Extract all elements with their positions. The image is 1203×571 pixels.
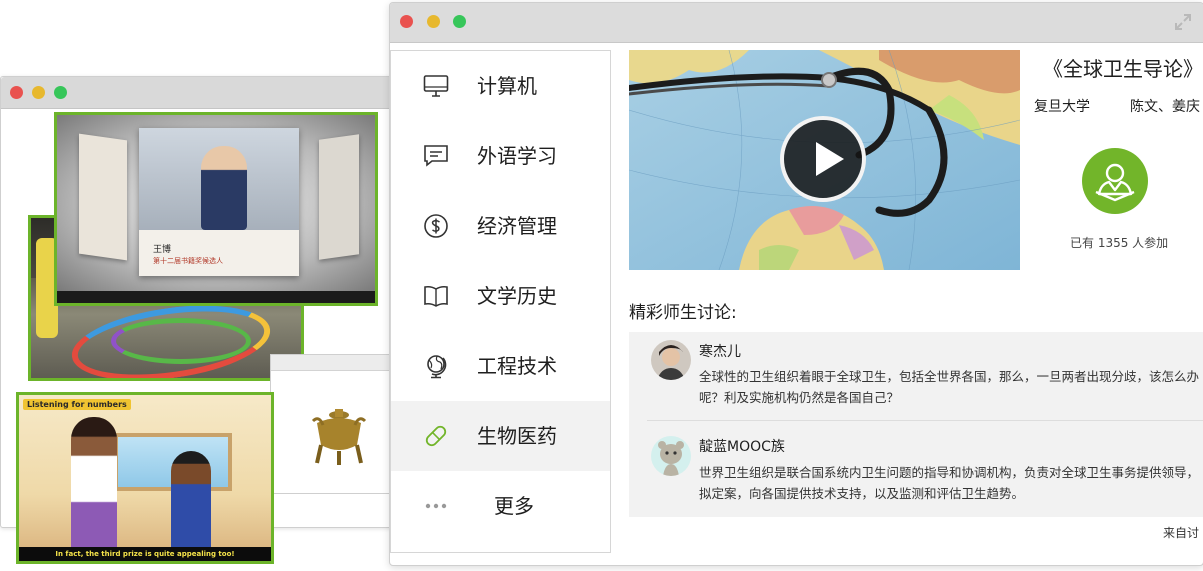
sidebar-item-label: 更多 — [494, 494, 534, 518]
close-button[interactable] — [10, 86, 23, 99]
student-icon — [1095, 163, 1135, 202]
bronze-vessel-icon — [311, 409, 367, 465]
open-book-icon — [424, 285, 448, 307]
post-body: 全球性的卫生组织着眼于全球卫生，包括全世界各国，那么，一旦两者出现分歧，该怎么办… — [699, 369, 1200, 405]
floor-swirl-inner — [111, 318, 251, 364]
video-stage: 王博 第十二届书籍奖候选人 — [57, 115, 375, 291]
minimize-button[interactable] — [32, 86, 45, 99]
sidebar-item-economics[interactable]: 经济管理 — [391, 191, 610, 261]
sidebar-item-languages[interactable]: 外语学习 — [391, 121, 610, 191]
cartoon-boy — [171, 451, 211, 553]
play-button[interactable] — [780, 116, 866, 202]
video-card-left — [79, 133, 127, 261]
main-window-titlebar — [390, 3, 1203, 43]
ellipsis-icon — [425, 503, 447, 509]
user-avatar-icon — [651, 340, 691, 380]
course-title: 《全球卫生导论》 — [1043, 57, 1203, 81]
post-body: 世界卫生组织是联合国系统内卫生问题的指导和协调机构，负责对全球卫生事务提供领导，… — [699, 465, 1200, 501]
sidebar-item-label: 经济管理 — [477, 214, 557, 238]
source-note: 来自讨 — [1163, 526, 1200, 540]
thumbnail-english-cartoon[interactable]: Listening for numbers In fact, the third… — [16, 392, 274, 564]
join-course-button[interactable] — [1082, 148, 1148, 214]
minimize-button[interactable] — [427, 15, 440, 28]
post-author[interactable]: 寒杰儿 — [699, 341, 741, 361]
cartoon-teacher — [71, 417, 117, 553]
post-divider — [647, 420, 1203, 421]
sidebar-item-computer[interactable]: 计算机 — [391, 51, 610, 121]
dollar-coin-icon — [424, 214, 448, 238]
monitor-icon — [423, 75, 449, 97]
discussion-list: 寒杰儿 全球性的卫生组织着眼于全球卫生，包括全世界各国，那么，一旦两者出现分歧，… — [629, 332, 1203, 517]
back-window-titlebar — [1, 77, 401, 109]
mascot-avatar-icon — [651, 436, 691, 476]
sidebar-item-more[interactable]: 更多 — [391, 471, 610, 541]
sidebar-item-label: 工程技术 — [477, 354, 557, 378]
course-school: 复旦大学 — [1034, 99, 1090, 115]
sidebar-item-literature-history[interactable]: 文学历史 — [391, 261, 610, 331]
sidebar-item-engineering[interactable]: 工程技术 — [391, 331, 610, 401]
thumbnail-bronze-vessel[interactable] — [270, 354, 392, 494]
sidebar-item-label: 文学历史 — [477, 284, 557, 308]
course-teachers: 陈文、姜庆 — [1130, 99, 1200, 115]
speech-bubble-icon — [424, 145, 448, 167]
presenter-photo — [139, 128, 299, 230]
video-card-main: 王博 第十二届书籍奖候选人 — [139, 128, 299, 276]
post-author[interactable]: 靛蓝MOOC族 — [699, 436, 785, 456]
thumbnail-video-lecture[interactable]: 王博 第十二届书籍奖候选人 — [54, 112, 378, 306]
viewer-toolbar — [271, 355, 391, 371]
pill-icon — [425, 425, 447, 447]
course-video-player[interactable] — [629, 50, 1020, 270]
zoom-button[interactable] — [453, 15, 466, 28]
close-button[interactable] — [400, 15, 413, 28]
presenter-figure — [201, 146, 247, 230]
sidebar-item-label: 生物医药 — [477, 424, 557, 448]
discussion-heading: 精彩师生讨论: — [629, 303, 737, 323]
avatar[interactable] — [651, 340, 691, 380]
cartoon-lesson-tag: Listening for numbers — [23, 399, 131, 410]
fullscreen-icon[interactable] — [1175, 14, 1191, 30]
main-window: 计算机 外语学习 经济管理 文学历史 工程技术 生物医药 更多 《全球卫生导论》… — [389, 2, 1203, 566]
presenter-name: 王博 — [153, 245, 172, 255]
globe-icon — [427, 355, 447, 379]
avatar[interactable] — [651, 436, 691, 476]
cartoon-caption: In fact, the third prize is quite appeal… — [19, 547, 271, 561]
sidebar-item-biomedicine[interactable]: 生物医药 — [391, 401, 610, 471]
enrollment-count: 已有 1355 人参加 — [1070, 236, 1169, 250]
category-sidebar: 计算机 外语学习 经济管理 文学历史 工程技术 生物医药 更多 — [390, 50, 611, 553]
zoom-button[interactable] — [54, 86, 67, 99]
sidebar-item-label: 外语学习 — [477, 144, 557, 168]
sidebar-item-label: 计算机 — [477, 74, 537, 98]
video-card-right — [319, 134, 359, 260]
presenter-subtitle: 第十二届书籍奖候选人 — [153, 257, 223, 265]
course-content: 《全球卫生导论》 复旦大学 陈文、姜庆 已有 1355 人参加 精彩师生讨论: — [629, 50, 1203, 565]
